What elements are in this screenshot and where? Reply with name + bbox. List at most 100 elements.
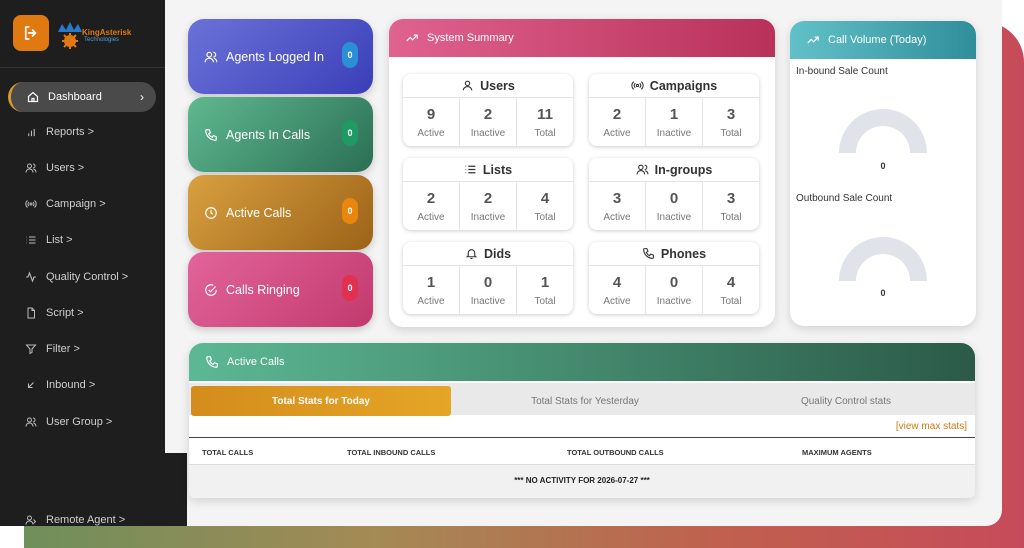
users-icon	[636, 164, 649, 175]
sidebar-item-users[interactable]: Users >	[8, 153, 156, 183]
stat-card-agents-in-calls[interactable]: Agents In Calls 0	[188, 97, 373, 172]
total-label: Total	[720, 211, 742, 223]
total-count: 4	[540, 189, 550, 207]
sidebar-item-user-group[interactable]: User Group >	[8, 407, 156, 437]
stat-label: Agents In Calls	[226, 127, 311, 142]
summary-group-title: Dids	[483, 246, 512, 261]
stat-card-active-calls[interactable]: Active Calls 0	[188, 175, 373, 250]
total-count: 11	[537, 105, 553, 123]
sidebar-item-inbound[interactable]: Inbound >	[8, 370, 156, 400]
document-icon	[27, 307, 35, 319]
sidebar-item-filter[interactable]: Filter >	[8, 334, 156, 364]
inactive-count: 2	[483, 189, 493, 207]
stat-label: Active Calls	[226, 205, 292, 220]
active-count: 2	[612, 105, 622, 123]
summary-group-title: Phones	[660, 246, 707, 261]
total-count: 3	[726, 105, 736, 123]
sidebar-item-label: Filter >	[46, 343, 80, 355]
sidebar-item-label: User Group >	[46, 416, 113, 428]
sidebar-item-remote-agent[interactable]: Remote Agent >	[8, 505, 156, 526]
sidebar-item-label: Users >	[46, 162, 85, 174]
sidebar-item-label: Script >	[46, 307, 84, 319]
total-label: Total	[720, 295, 742, 307]
summary-group-lists: Lists 2 Active 2 Inactive 4 Total	[403, 158, 573, 230]
active-label: Active	[603, 127, 631, 139]
inactive-label: Inactive	[470, 211, 506, 223]
stat-label: Agents Logged In	[226, 49, 324, 64]
total-label: Total	[534, 295, 556, 307]
sidebar-item-label: Campaign >	[46, 198, 106, 210]
broadcast-icon	[25, 200, 37, 208]
column-header-total-inbound-calls: TOTAL INBOUND CALLS	[347, 448, 436, 456]
inbound-arrow-icon	[27, 382, 34, 389]
logout-button[interactable]	[13, 15, 49, 51]
summary-group-title: Lists	[482, 162, 513, 177]
sidebar-item-script[interactable]: Script >	[8, 298, 156, 328]
table-row-rule	[189, 464, 975, 465]
active-count: 1	[426, 273, 436, 291]
inactive-count: 1	[669, 105, 679, 123]
inbound-sale-value: 0	[880, 161, 886, 171]
summary-group-title: Campaigns	[649, 78, 718, 93]
summary-group-campaigns: Campaigns 2 Active 1 Inactive 3 Total	[589, 74, 759, 146]
view-max-stats-link[interactable]: [view max stats]	[896, 421, 967, 432]
active-count: 2	[426, 189, 436, 207]
outbound-sale-value: 0	[880, 288, 886, 298]
sidebar-item-campaign[interactable]: Campaign >	[8, 189, 156, 219]
total-label: Total	[534, 127, 556, 139]
summary-group-title: Users	[480, 78, 515, 93]
phone-icon	[206, 356, 218, 368]
inactive-count: 2	[483, 105, 493, 123]
activity-icon	[26, 271, 36, 283]
user-icon	[462, 80, 473, 91]
sidebar-item-dashboard[interactable]: Dashboard ›	[8, 82, 156, 112]
sidebar-item-quality-control[interactable]: Quality Control >	[8, 262, 156, 292]
brand-name: KingAsterisk	[82, 28, 132, 37]
check-circle-icon	[205, 283, 217, 296]
system-summary-panel: System Summary Users 9 Active 2 Inactive 1…	[389, 19, 775, 327]
table-header-rule	[189, 437, 975, 438]
system-summary-header: System Summary	[389, 19, 775, 57]
broadcast-icon	[631, 81, 644, 90]
stat-badge: 0	[342, 42, 358, 68]
stat-card-agents-logged-in[interactable]: Agents Logged In 0	[188, 19, 373, 94]
active-calls-panel: Active Calls	[189, 343, 975, 498]
phone-icon	[205, 128, 217, 141]
remote-user-icon	[25, 515, 37, 525]
active-calls-header: Active Calls	[189, 343, 975, 381]
active-calls-title: Active Calls	[227, 356, 285, 368]
active-count: 3	[612, 189, 622, 207]
sidebar-item-reports[interactable]: Reports >	[8, 117, 156, 147]
total-count: 4	[726, 273, 736, 291]
summary-group-users: Users 9 Active 2 Inactive 11 Total	[403, 74, 573, 146]
sidebar-item-label: Quality Control >	[46, 271, 129, 283]
call-volume-title: Call Volume (Today)	[828, 34, 927, 46]
active-label: Active	[417, 295, 445, 307]
tab-total-stats-today[interactable]: Total Stats for Today	[191, 386, 451, 416]
users-icon	[204, 51, 218, 62]
tab-quality-control-stats[interactable]: Quality Control stats	[716, 386, 976, 416]
home-icon	[27, 91, 39, 103]
stat-label: Calls Ringing	[226, 282, 300, 297]
column-header-total-outbound-calls: TOTAL OUTBOUND CALLS	[567, 448, 664, 456]
call-volume-header: Call Volume (Today)	[790, 21, 976, 59]
active-label: Active	[603, 295, 631, 307]
stat-badge: 0	[342, 198, 358, 224]
total-label: Total	[534, 211, 556, 223]
sidebar-item-list[interactable]: List >	[8, 225, 156, 255]
list-icon	[465, 165, 476, 174]
filter-icon	[25, 344, 37, 355]
inactive-label: Inactive	[470, 127, 506, 139]
total-count: 1	[540, 273, 550, 291]
tab-total-stats-yesterday[interactable]: Total Stats for Yesterday	[455, 386, 715, 416]
logout-icon	[24, 26, 37, 40]
inactive-label: Inactive	[656, 295, 692, 307]
inactive-label: Inactive	[656, 211, 692, 223]
stat-badge: 0	[342, 120, 358, 146]
sidebar-item-label: Inbound >	[46, 379, 96, 391]
sidebar-item-label: List >	[46, 234, 73, 246]
stat-card-calls-ringing[interactable]: Calls Ringing 0	[188, 252, 373, 327]
crown-logo-icon	[58, 22, 82, 49]
total-count: 3	[726, 189, 736, 207]
summary-group-phones: Phones 4 Active 0 Inactive 4 Total	[589, 242, 759, 314]
